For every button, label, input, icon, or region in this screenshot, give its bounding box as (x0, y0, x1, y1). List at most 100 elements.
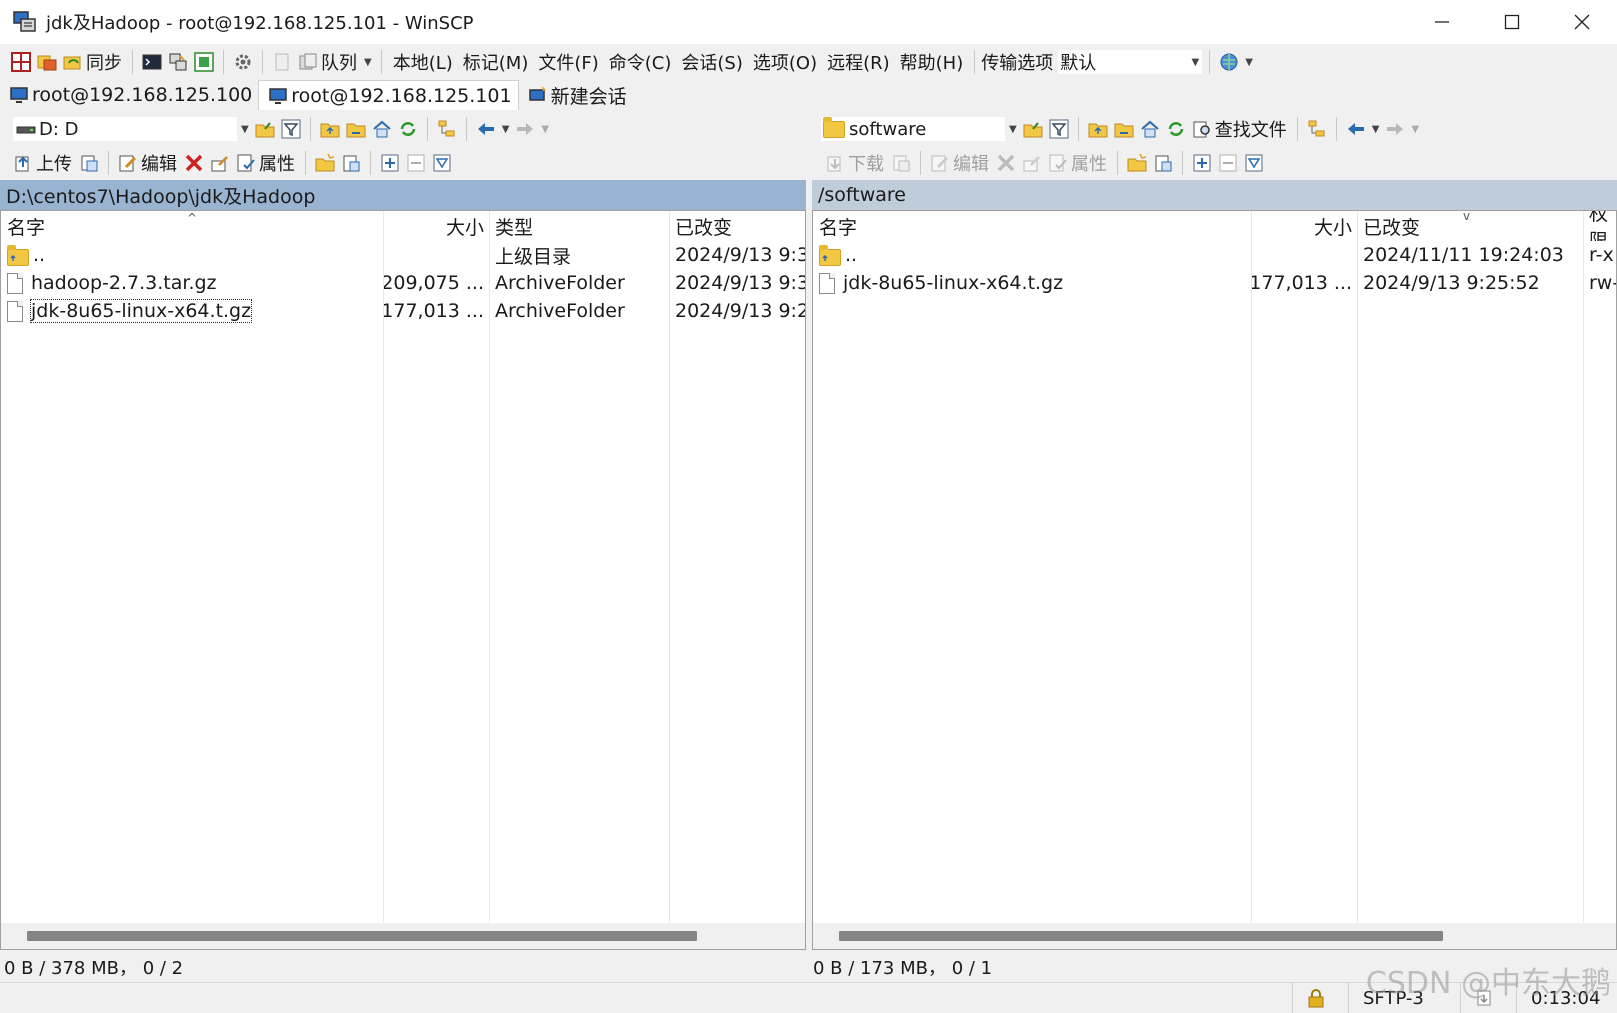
local-drive-label: D: D (39, 118, 79, 140)
toolbar-separator (426, 117, 428, 141)
edit-icon[interactable] (118, 153, 138, 173)
remote-horizontal-scrollbar[interactable] (813, 923, 1616, 949)
refresh-icon[interactable] (398, 119, 418, 139)
table-row[interactable]: hadoop-2.7.3.tar.gz 209,075 ... ArchiveF… (1, 269, 805, 297)
new-session-icon (528, 85, 548, 105)
chevron-down-icon[interactable]: ▼ (1372, 124, 1380, 135)
unselect-all-icon[interactable] (1218, 153, 1238, 173)
properties-button[interactable]: 属性 (259, 150, 295, 176)
column-name[interactable]: 名字 (7, 211, 45, 241)
delete-icon[interactable] (184, 153, 204, 173)
column-changed[interactable]: 已改变 (675, 211, 732, 241)
sort-descending-icon: v (1463, 210, 1471, 223)
column-changed[interactable]: 已改变 (1363, 211, 1420, 241)
terminal-icon[interactable] (142, 52, 162, 72)
putty-icon[interactable] (168, 52, 188, 72)
new-folder-icon[interactable] (315, 153, 335, 173)
chevron-down-icon[interactable]: ▼ (241, 124, 249, 135)
minimize-button[interactable] (1407, 0, 1477, 44)
transfer-options-value: 默认 (1060, 53, 1097, 74)
filter-icon[interactable] (1049, 119, 1069, 139)
new-file-icon[interactable] (1153, 153, 1173, 173)
scrollbar-thumb[interactable] (27, 931, 697, 941)
menu-session[interactable]: 会话(S) (676, 49, 747, 75)
queue-button[interactable]: 队列 (321, 49, 357, 75)
globe-icon[interactable] (1219, 52, 1239, 72)
toolbar-separator (1209, 50, 1211, 74)
chevron-down-icon[interactable]: ▼ (364, 57, 372, 68)
menu-local[interactable]: 本地(L) (388, 49, 458, 75)
synchronize-icon[interactable] (63, 52, 83, 72)
new-file-icon[interactable] (341, 153, 361, 173)
close-button[interactable] (1547, 0, 1617, 44)
compare-directories-icon[interactable] (11, 52, 31, 72)
home-icon[interactable] (1140, 119, 1160, 139)
home-icon[interactable] (372, 119, 392, 139)
upload-button[interactable]: 上传 (36, 150, 72, 176)
upload-options-icon[interactable] (79, 153, 99, 173)
synchronize-button[interactable]: 同步 (86, 49, 122, 75)
synchronize-browsing-icon[interactable] (37, 52, 57, 72)
chevron-down-icon[interactable]: ▼ (1009, 124, 1017, 135)
tab-session-101[interactable]: root@192.168.125.101 (258, 80, 519, 110)
parent-directory-icon[interactable] (320, 119, 340, 139)
new-folder-icon[interactable] (1127, 153, 1147, 173)
menu-options[interactable]: 选项(O) (748, 49, 822, 75)
chevron-down-icon[interactable]: ▼ (1245, 57, 1253, 68)
find-files-button[interactable]: 查找文件 (1215, 116, 1287, 142)
column-name[interactable]: 名字 (819, 211, 857, 241)
local-file-list[interactable]: 名字 ^ 大小 类型 已改变 .. 上级目录 2024/9/13 9:3 had… (0, 210, 806, 950)
table-row[interactable]: jdk-8u65-linux-x64.t.gz 177,013 ... Arch… (1, 297, 805, 325)
open-directory-icon[interactable] (255, 119, 275, 139)
tree-view-icon[interactable] (437, 119, 457, 139)
local-drive-select[interactable]: D: D (12, 116, 238, 142)
refresh-icon[interactable] (1166, 119, 1186, 139)
edit-button[interactable]: 编辑 (141, 150, 177, 176)
preferences-window-icon[interactable] (194, 52, 214, 72)
local-path-bar: D:\centos7\Hadoop\jdk及Hadoop (0, 180, 806, 210)
maximize-button[interactable] (1477, 0, 1547, 44)
root-directory-icon[interactable] (346, 119, 366, 139)
open-directory-icon[interactable] (1023, 119, 1043, 139)
tree-view-icon[interactable] (1307, 119, 1327, 139)
menu-help[interactable]: 帮助(H) (895, 49, 969, 75)
queue-icon[interactable] (298, 52, 318, 72)
table-row[interactable]: .. 2024/11/11 19:24:03 r-x (813, 241, 1616, 269)
toolbar-separator (262, 50, 263, 74)
remote-file-list[interactable]: 名字 大小 已改变 v 权限 .. 2024/11/11 19:24:03 r-… (812, 210, 1617, 950)
filter-select-icon[interactable] (1244, 153, 1264, 173)
table-row[interactable]: jdk-8u65-linux-x64.t.gz 177,013 ... 2024… (813, 269, 1616, 297)
remote-folder-select[interactable]: software (820, 116, 1006, 142)
menu-remote[interactable]: 远程(R) (822, 49, 895, 75)
table-row[interactable]: .. 上级目录 2024/9/13 9:3 (1, 241, 805, 269)
properties-icon[interactable] (236, 153, 256, 173)
column-type[interactable]: 类型 (495, 211, 533, 241)
back-arrow-icon[interactable] (476, 119, 496, 139)
select-all-icon[interactable] (380, 153, 400, 173)
filter-icon[interactable] (281, 119, 301, 139)
select-all-icon[interactable] (1192, 153, 1212, 173)
back-arrow-icon[interactable] (1346, 119, 1366, 139)
tab-session-100[interactable]: root@192.168.125.100 (0, 80, 258, 110)
scrollbar-thumb[interactable] (839, 931, 1443, 941)
local-horizontal-scrollbar[interactable] (1, 923, 805, 949)
unselect-all-icon[interactable] (406, 153, 426, 173)
column-rights[interactable]: 权限 (1589, 211, 1616, 241)
column-size[interactable]: 大小 (1252, 211, 1352, 241)
gear-icon[interactable] (233, 52, 253, 72)
find-files-icon[interactable] (1192, 119, 1212, 139)
tab-new-session[interactable]: 新建会话 (519, 80, 633, 110)
menu-mark[interactable]: 标记(M) (458, 49, 534, 75)
rename-icon[interactable] (210, 153, 230, 173)
download-options-icon (891, 153, 911, 173)
transfer-options-select[interactable]: 默认 ▼ (1057, 49, 1204, 75)
menu-files[interactable]: 文件(F) (533, 49, 603, 75)
menu-commands[interactable]: 命令(C) (604, 49, 677, 75)
chevron-down-icon[interactable]: ▼ (502, 124, 510, 135)
parent-directory-icon[interactable] (1088, 119, 1108, 139)
chevron-down-icon: ▼ (1191, 56, 1200, 68)
upload-icon[interactable] (13, 153, 33, 173)
root-directory-icon[interactable] (1114, 119, 1134, 139)
column-size[interactable]: 大小 (384, 211, 484, 241)
filter-select-icon[interactable] (432, 153, 452, 173)
